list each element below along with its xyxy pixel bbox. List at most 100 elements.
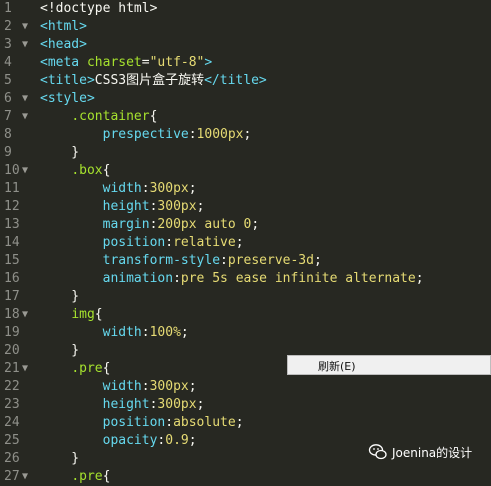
line-number: 2	[4, 19, 12, 34]
code-token: }	[40, 343, 80, 358]
fold-arrow-icon[interactable]: ▼	[22, 360, 28, 378]
fold-arrow-icon[interactable]: ▼	[22, 306, 28, 324]
code-token: 300px	[149, 379, 189, 394]
fold-arrow-icon[interactable]: ▼	[22, 468, 28, 486]
code-token: height	[102, 199, 150, 214]
watermark-text: Joenina的设计	[392, 445, 473, 460]
code-token: :	[165, 235, 174, 250]
line-number: 8	[4, 127, 12, 142]
code-text: <!doctype html>	[40, 0, 157, 18]
code-token: :	[188, 127, 197, 142]
context-menu: 刷新(E)	[287, 355, 491, 375]
fold-arrow-icon[interactable]: ▼	[22, 18, 28, 36]
code-text: .container{	[40, 108, 157, 126]
code-token: ;	[188, 433, 197, 448]
code-text: .pre{	[40, 360, 110, 378]
code-token: 300px	[149, 181, 189, 196]
fold-arrow-icon[interactable]: ▼	[22, 108, 28, 126]
line-number: 11	[4, 181, 20, 196]
code-token: }	[40, 145, 80, 160]
code-token: "utf-8"	[149, 55, 205, 70]
code-token: {	[149, 109, 158, 124]
line-number: 13	[4, 217, 20, 232]
code-token: .pre	[71, 469, 103, 484]
code-token: ;	[243, 127, 252, 142]
code-token: {	[102, 361, 111, 376]
code-token: 1000px	[196, 127, 244, 142]
fold-arrow-icon[interactable]: ▼	[22, 36, 28, 54]
code-token: ;	[235, 235, 244, 250]
code-text: transform-style:preserve-3d;	[40, 252, 322, 270]
code-text: }	[40, 288, 79, 306]
fold-arrow-icon[interactable]: ▼	[22, 90, 28, 108]
code-token: {	[102, 469, 111, 484]
code-token: =	[141, 55, 150, 70]
code-token: :	[141, 379, 150, 394]
line-number: 26	[4, 451, 20, 466]
code-token: </title>	[204, 73, 267, 88]
code-text: }	[40, 450, 79, 468]
code-token: preserve-3d	[227, 253, 314, 268]
code-token: }	[40, 451, 80, 466]
code-token: <head>	[40, 37, 87, 52]
code-text: margin:200px auto 0;	[40, 216, 260, 234]
code-token: ;	[251, 217, 260, 232]
code-text: position:absolute;	[40, 414, 244, 432]
code-token: absolute	[173, 415, 236, 430]
code-text: position:relative;	[40, 234, 244, 252]
code-token: ;	[188, 379, 197, 394]
code-token: ;	[196, 199, 205, 214]
code-token: ;	[196, 397, 205, 412]
code-token: ;	[180, 325, 189, 340]
watermark: Joenina的设计	[368, 441, 472, 463]
code-text: <meta charset="utf-8">	[40, 54, 212, 72]
context-menu-item-refresh[interactable]: 刷新(E)	[318, 358, 356, 374]
line-number: 1	[4, 1, 12, 16]
code-token: position	[102, 235, 166, 250]
fold-arrow-icon[interactable]: ▼	[22, 162, 28, 180]
line-number: 9	[4, 145, 12, 160]
code-token: {	[102, 163, 111, 178]
line-number: 7	[4, 109, 12, 124]
code-token: :	[141, 181, 150, 196]
code-text: }	[40, 342, 79, 360]
code-text: <head>	[40, 36, 87, 54]
code-token: <meta	[40, 55, 87, 70]
line-number: 6	[4, 91, 12, 106]
code-token: width	[102, 181, 142, 196]
code-token: <html>	[40, 19, 87, 34]
line-number: 5	[4, 73, 12, 88]
code-token: CSS3图片盒子旋转	[94, 73, 205, 88]
code-token: ;	[188, 181, 197, 196]
code-token: {	[94, 307, 103, 322]
code-token: .container	[71, 109, 150, 124]
code-text: .pre{	[40, 468, 110, 486]
line-number: 3	[4, 37, 12, 52]
line-number: 23	[4, 397, 20, 412]
code-token: width	[102, 325, 142, 340]
line-number: 12	[4, 199, 20, 214]
line-number: 16	[4, 271, 20, 286]
code-token: width	[102, 379, 142, 394]
code-token: .box	[71, 163, 103, 178]
code-token: charset	[86, 55, 142, 70]
line-number: 21	[4, 361, 20, 376]
code-editor[interactable]: 1 <!doctype html> 2 ▼ <html> 3 ▼ <head> 4 <meta c…	[0, 0, 491, 484]
code-token: :	[165, 415, 174, 430]
code-token: 300px	[157, 199, 197, 214]
line-number: 18	[4, 307, 20, 322]
code-text: .box{	[40, 162, 110, 180]
code-token: <title>	[40, 73, 95, 88]
code-text: animation:pre 5s ease infinite alternate…	[40, 270, 424, 288]
